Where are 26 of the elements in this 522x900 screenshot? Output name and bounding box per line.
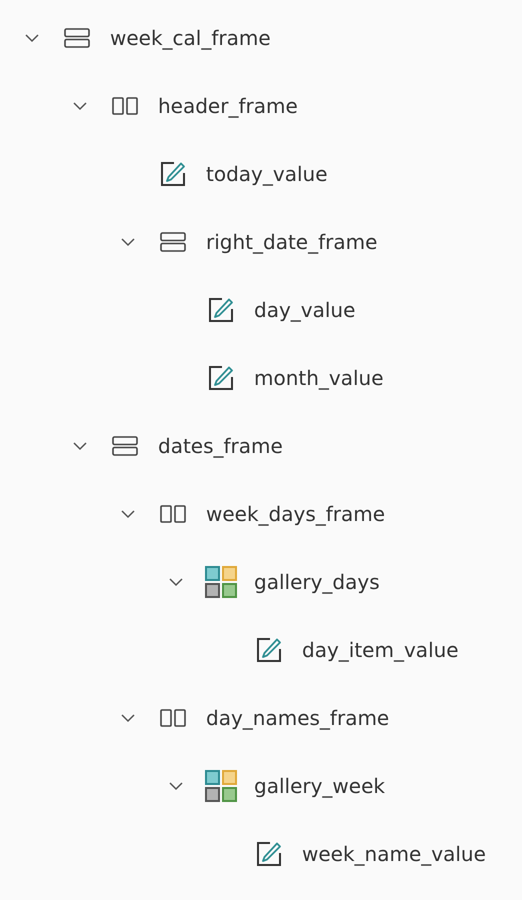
horizontal-container-icon (160, 505, 186, 523)
vertical-container-icon (64, 28, 90, 48)
tree-item-label[interactable]: week_name_value (302, 842, 486, 866)
edit-label-icon (160, 161, 186, 187)
edit-label-icon (208, 297, 234, 323)
tree-item-label[interactable]: gallery_week (254, 774, 385, 798)
tree-item-label[interactable]: day_item_value (302, 638, 459, 662)
tree-item-label[interactable]: header_frame (158, 94, 298, 118)
tree-item-label[interactable]: day_value (254, 298, 356, 322)
edit-label-icon (208, 365, 234, 391)
horizontal-container-icon (112, 97, 138, 115)
edit-label-icon (256, 841, 282, 867)
tree-item-label[interactable]: week_days_frame (206, 502, 386, 526)
vertical-container-icon (160, 232, 186, 252)
tree-item-label[interactable]: month_value (254, 366, 384, 390)
tree-item-label[interactable]: dates_frame (158, 434, 283, 458)
tree-item-label[interactable]: today_value (206, 162, 328, 186)
vertical-container-icon (112, 436, 138, 456)
gallery-icon (205, 566, 237, 598)
edit-label-icon (256, 637, 282, 663)
tree-item-label[interactable]: right_date_frame (206, 230, 378, 254)
tree-item-label[interactable]: gallery_days (254, 570, 380, 594)
tree-item-label[interactable]: week_cal_frame (110, 26, 271, 50)
horizontal-container-icon (160, 709, 186, 727)
gallery-icon (205, 770, 237, 802)
tree-item-label[interactable]: day_names_frame (206, 706, 390, 730)
